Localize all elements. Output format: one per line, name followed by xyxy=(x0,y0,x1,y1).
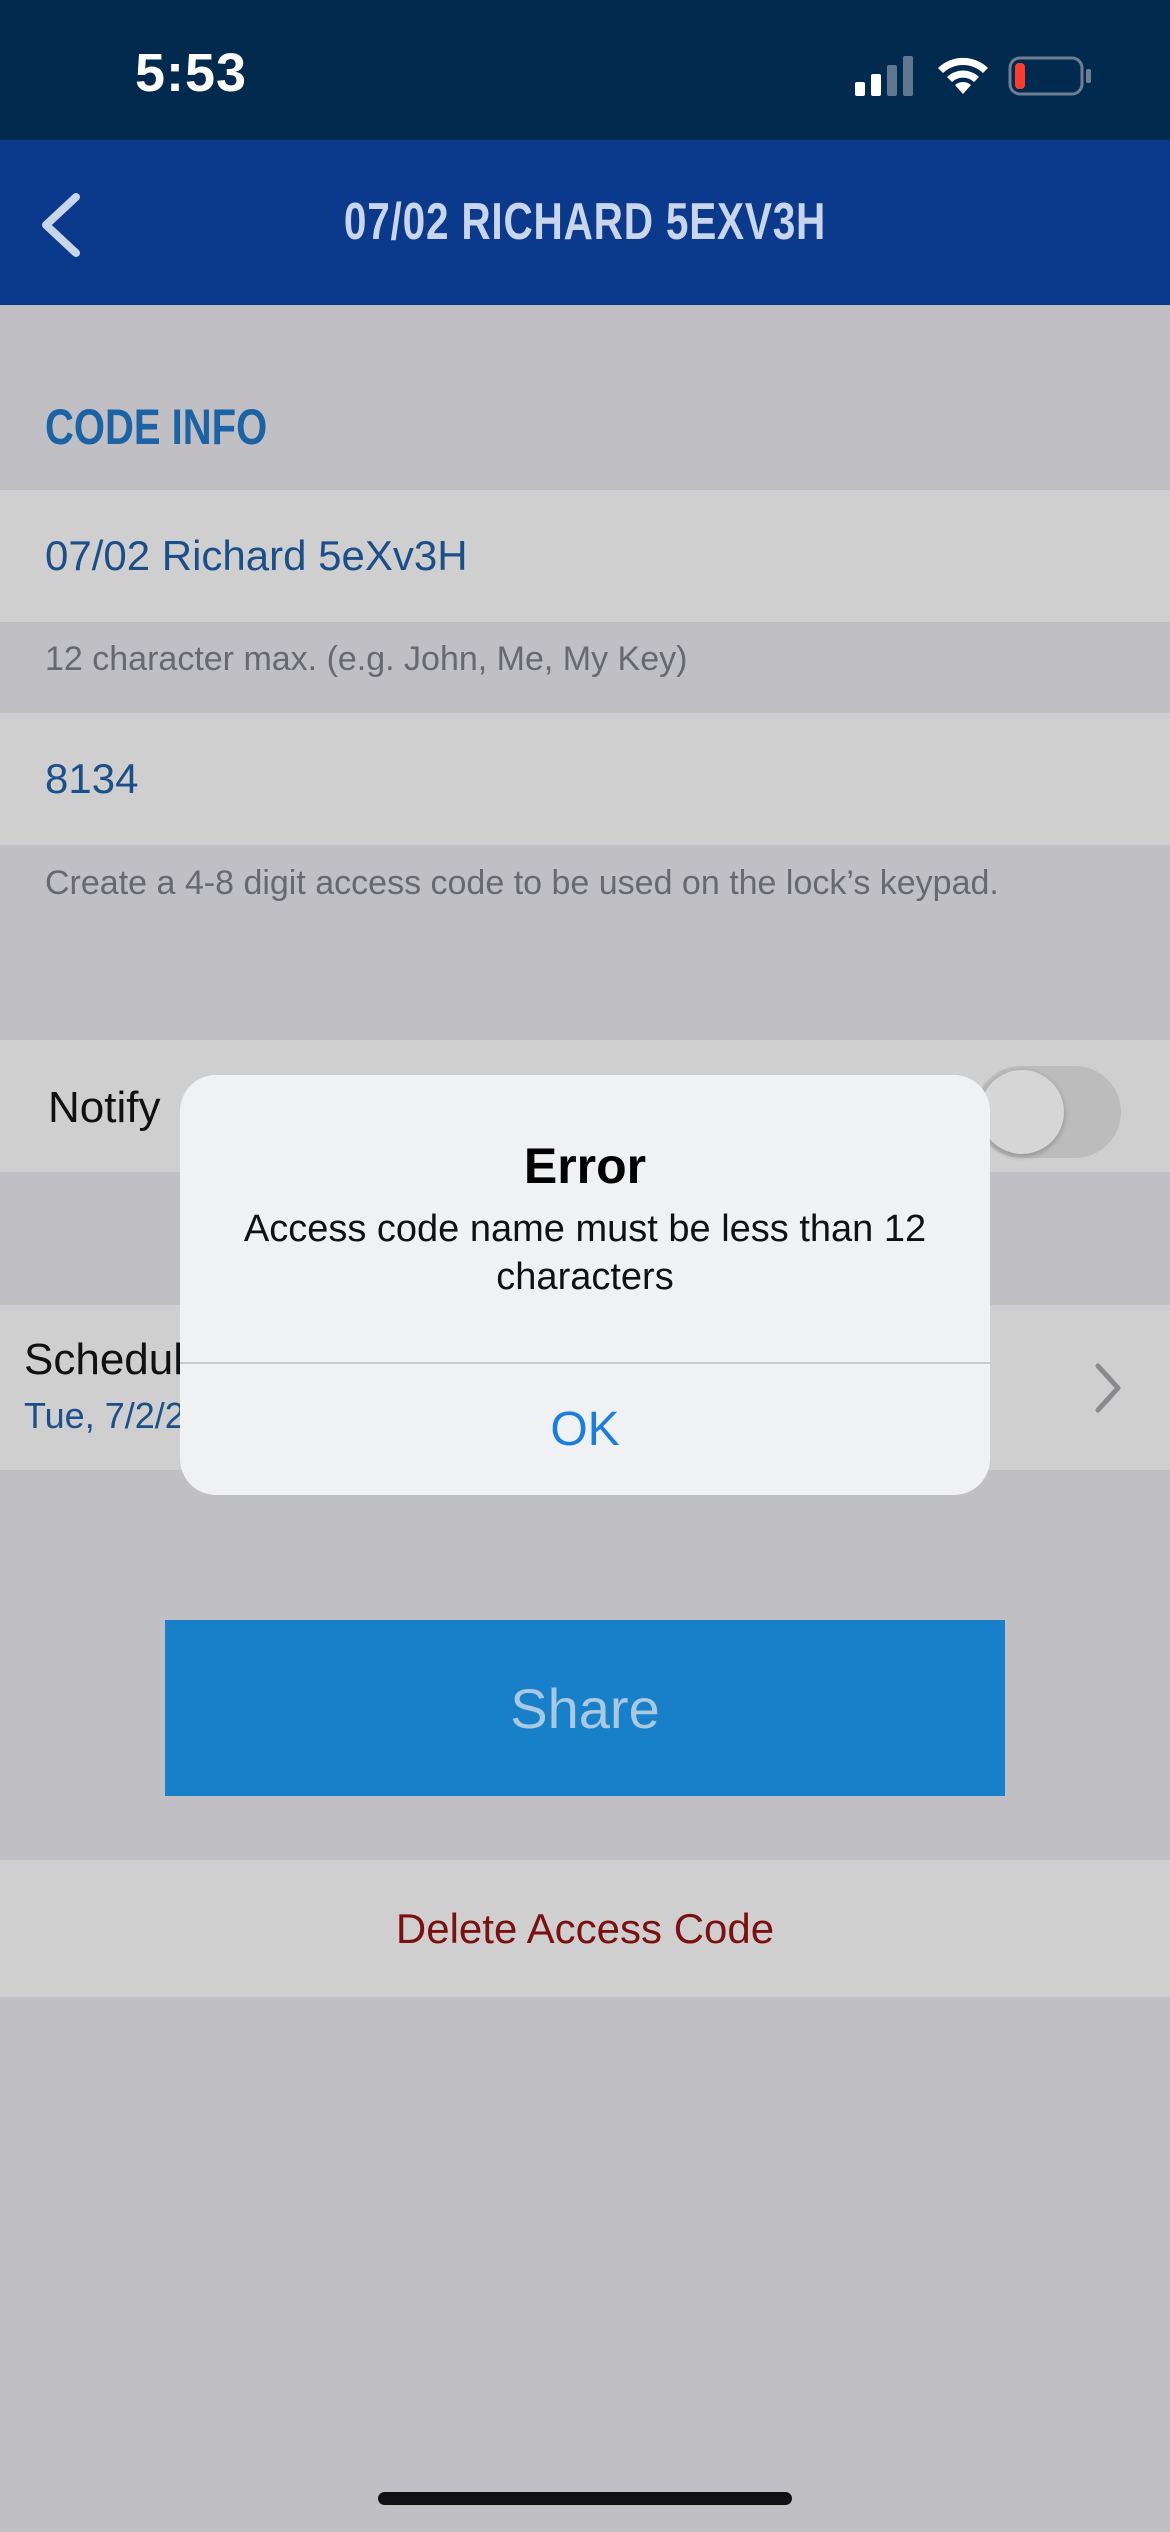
schedule-value: Tue, 7/2/2 xyxy=(24,1395,185,1436)
wifi-icon xyxy=(938,57,988,94)
alert-title: Error xyxy=(523,1138,647,1194)
status-time: 5:53 xyxy=(135,43,248,103)
code-name-input[interactable]: 07/02 Richard 5eXv3H xyxy=(45,532,468,580)
error-alert-dialog: Error Access code name must be less than… xyxy=(180,1075,990,1495)
notify-label: Notify xyxy=(48,1083,161,1132)
chevron-right-icon xyxy=(1095,1363,1121,1413)
code-name-helper-text: 12 character max. (e.g. John, Me, My Key… xyxy=(45,640,688,678)
chevron-left-icon[interactable] xyxy=(24,175,104,275)
access-code-input[interactable]: 8134 xyxy=(45,755,138,803)
schedule-label: Schedul xyxy=(24,1335,184,1384)
notify-toggle-knob[interactable] xyxy=(980,1070,1064,1154)
access-code-helper-text: Create a 4-8 digit access code to be use… xyxy=(45,864,999,902)
cellular-signal-icon xyxy=(855,56,913,96)
share-button[interactable]: Share xyxy=(165,1620,1005,1796)
home-indicator[interactable] xyxy=(378,2492,792,2505)
code-field-row[interactable] xyxy=(0,713,1170,845)
section-header-code-info: CODE INFO xyxy=(45,399,268,455)
battery-low-icon xyxy=(1008,56,1091,96)
alert-message: Access code name must be less than 12 ch… xyxy=(243,1208,927,1298)
alert-ok-button[interactable]: OK xyxy=(180,1364,990,1495)
page-title: 07/02 RICHARD 5EXV3H xyxy=(343,193,827,251)
delete-access-code-button[interactable]: Delete Access Code xyxy=(0,1860,1170,1997)
